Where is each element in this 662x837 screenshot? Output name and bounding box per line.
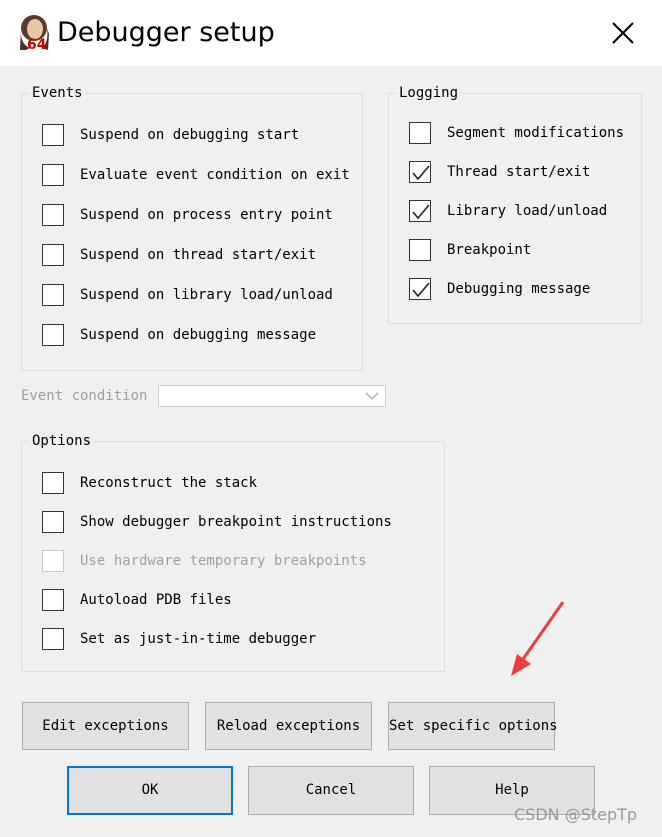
event-condition-select[interactable] (158, 385, 386, 407)
checkbox[interactable] (409, 200, 431, 222)
app-icon-badge: 64 (27, 37, 47, 50)
title-bar: 64 Debugger setup (0, 0, 662, 66)
debugger-setup-dialog: 64 Debugger setup Events Suspend on debu… (0, 0, 662, 837)
checkbox[interactable] (409, 122, 431, 144)
checkbox-label: Evaluate event condition on exit (80, 167, 350, 183)
checkbox-label: Set as just-in-time debugger (80, 631, 317, 647)
checkbox[interactable] (42, 511, 64, 533)
logging-option-debugging-message[interactable]: Debugging message (409, 278, 662, 304)
options-option-set-as-just-in-time-debugger[interactable]: Set as just-in-time debugger (42, 628, 422, 654)
chevron-down-icon (365, 392, 379, 401)
checkmark-icon (412, 282, 430, 298)
checkbox[interactable] (409, 278, 431, 300)
close-button[interactable] (598, 8, 648, 58)
checkbox-label: Suspend on debugging start (80, 127, 300, 143)
checkbox-label: Suspend on thread start/exit (80, 247, 317, 263)
logging-option-library-load-unload[interactable]: Library load/unload (409, 200, 662, 226)
events-option-suspend-on-thread-start-exit[interactable]: Suspend on thread start/exit (42, 244, 422, 270)
annotation-arrow-icon (511, 601, 565, 676)
events-option-suspend-on-process-entry-point[interactable]: Suspend on process entry point (42, 204, 422, 230)
logging-option-segment-modifications[interactable]: Segment modifications (409, 122, 662, 148)
checkbox-label: Suspend on process entry point (80, 207, 333, 223)
checkmark-icon (412, 165, 430, 181)
set-specific-options-button[interactable]: Set specific options (388, 702, 558, 750)
edit-exceptions-button[interactable]: Edit exceptions (22, 702, 189, 750)
checkbox[interactable] (409, 239, 431, 261)
checkbox-label: Suspend on library load/unload (80, 287, 333, 303)
ida64-app-icon: 64 (18, 14, 50, 53)
logging-option-thread-start-exit[interactable]: Thread start/exit (409, 161, 662, 187)
reload-exceptions-button[interactable]: Reload exceptions (205, 702, 372, 750)
options-option-use-hardware-temporary-breakpoints: Use hardware temporary breakpoints (42, 550, 422, 576)
close-icon (612, 22, 634, 44)
checkbox-label: Show debugger breakpoint instructions (80, 514, 392, 530)
event-condition-label: Event condition (21, 388, 148, 404)
checkbox-label: Debugging message (447, 281, 591, 297)
events-group-title: Events (29, 85, 86, 101)
checkbox (42, 550, 64, 572)
checkbox-label: Breakpoint (447, 242, 532, 258)
options-group-title: Options (29, 433, 95, 449)
checkbox[interactable] (42, 324, 64, 346)
events-option-suspend-on-debugging-start[interactable]: Suspend on debugging start (42, 124, 422, 150)
checkbox[interactable] (42, 589, 64, 611)
checkbox[interactable] (42, 124, 64, 146)
checkbox[interactable] (42, 284, 64, 306)
checkbox-label: Library load/unload (447, 203, 608, 219)
checkbox-label: Reconstruct the stack (80, 475, 258, 491)
checkbox[interactable] (42, 244, 64, 266)
logging-group-title: Logging (396, 85, 462, 101)
options-option-reconstruct-the-stack[interactable]: Reconstruct the stack (42, 472, 422, 498)
options-option-show-debugger-breakpoint-instructions[interactable]: Show debugger breakpoint instructions (42, 511, 422, 537)
watermark: CSDN @StepTp (514, 805, 638, 824)
events-option-evaluate-event-condition-on-exit[interactable]: Evaluate event condition on exit (42, 164, 422, 190)
checkbox[interactable] (42, 164, 64, 186)
logging-option-breakpoint[interactable]: Breakpoint (409, 239, 662, 265)
checkbox[interactable] (42, 472, 64, 494)
checkmark-icon (412, 204, 430, 220)
events-option-suspend-on-debugging-message[interactable]: Suspend on debugging message (42, 324, 422, 350)
checkbox-label: Thread start/exit (447, 164, 591, 180)
checkbox-label: Suspend on debugging message (80, 327, 317, 343)
events-option-suspend-on-library-load-unload[interactable]: Suspend on library load/unload (42, 284, 422, 310)
checkbox-label: Segment modifications (447, 125, 625, 141)
cancel-button[interactable]: Cancel (248, 766, 414, 815)
checkbox-label: Use hardware temporary breakpoints (80, 553, 367, 569)
window-title: Debugger setup (57, 17, 275, 48)
checkbox-label: Autoload PDB files (80, 592, 232, 608)
ok-button[interactable]: OK (67, 766, 233, 815)
checkbox[interactable] (409, 161, 431, 183)
checkbox[interactable] (42, 204, 64, 226)
options-option-autoload-pdb-files[interactable]: Autoload PDB files (42, 589, 422, 615)
checkbox[interactable] (42, 628, 64, 650)
